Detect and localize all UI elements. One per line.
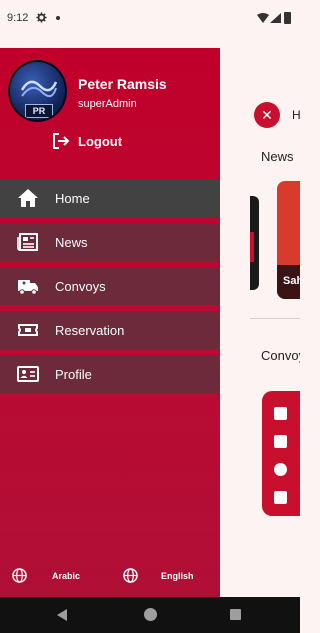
wifi-icon: [257, 13, 269, 23]
status-bar: 9:12: [0, 0, 300, 36]
ticket-icon: [18, 324, 38, 336]
language-arabic-button[interactable]: Arabic: [12, 568, 80, 583]
calendar-icon: [274, 434, 287, 448]
globe-icon: [123, 568, 138, 583]
status-time: 9:12: [7, 12, 29, 24]
back-icon[interactable]: [56, 608, 68, 622]
menu-item-convoys[interactable]: Convoys: [0, 267, 220, 305]
avatar: PR: [8, 60, 67, 122]
ambulance-icon: [18, 280, 38, 295]
gear-icon: [36, 12, 47, 23]
close-drawer-button[interactable]: ✕: [254, 102, 280, 128]
user-role: superAdmin: [78, 98, 137, 110]
globe-icon: [12, 568, 27, 583]
language-label: English: [161, 570, 194, 581]
menu-item-reservation[interactable]: Reservation: [0, 311, 220, 349]
menu-item-label: Profile: [55, 367, 92, 382]
news-card[interactable]: Sah: [277, 181, 300, 299]
newspaper-icon: [17, 233, 38, 251]
notification-dot-icon: [56, 16, 60, 20]
logout-icon: [53, 133, 70, 149]
convoy-section-title: Convoy: [261, 348, 300, 363]
news-section-title: News: [261, 149, 294, 164]
home-nav-icon[interactable]: [144, 608, 157, 621]
home-icon: [18, 189, 38, 207]
page-header-partial: H: [292, 108, 300, 122]
home-page-background: ✕ H News Sah Convoy: [220, 36, 300, 596]
menu-item-profile[interactable]: Profile: [0, 355, 220, 393]
convoy-card[interactable]: [262, 391, 300, 516]
door-icon: [274, 490, 287, 504]
avatar-initials: PR: [25, 104, 53, 118]
globe-icon: [274, 462, 287, 476]
id-card-icon: [17, 366, 39, 382]
close-icon: ✕: [261, 107, 273, 123]
menu-item-label: News: [55, 235, 88, 250]
system-nav-bar: [0, 597, 300, 633]
news-card-caption: Sah: [277, 265, 300, 299]
language-label: Arabic: [52, 570, 81, 581]
news-card[interactable]: [250, 196, 259, 290]
battery-icon: [284, 12, 291, 24]
convoy-date-row: [274, 433, 300, 449]
menu-item-label: Convoys: [55, 279, 106, 294]
menu-item-home[interactable]: Home: [0, 179, 220, 217]
section-divider: [250, 318, 300, 319]
calendar-icon: [274, 406, 287, 420]
signal-icon: [270, 13, 281, 23]
language-english-button[interactable]: English: [123, 568, 194, 583]
menu-item-news[interactable]: News: [0, 223, 220, 261]
menu-item-label: Home: [55, 191, 90, 206]
logout-button[interactable]: Logout: [52, 132, 122, 150]
convoy-location-row: [274, 461, 300, 477]
convoy-date-row: [274, 405, 300, 421]
navigation-drawer: PR Peter Ramsis superAdmin Logout Home N…: [0, 48, 220, 597]
recents-icon[interactable]: [230, 609, 241, 620]
logout-label: Logout: [78, 133, 123, 149]
convoy-door-row: [274, 489, 300, 505]
user-name: Peter Ramsis: [78, 76, 167, 92]
menu-item-label: Reservation: [55, 323, 125, 338]
logo-swirl-icon: [20, 80, 58, 98]
